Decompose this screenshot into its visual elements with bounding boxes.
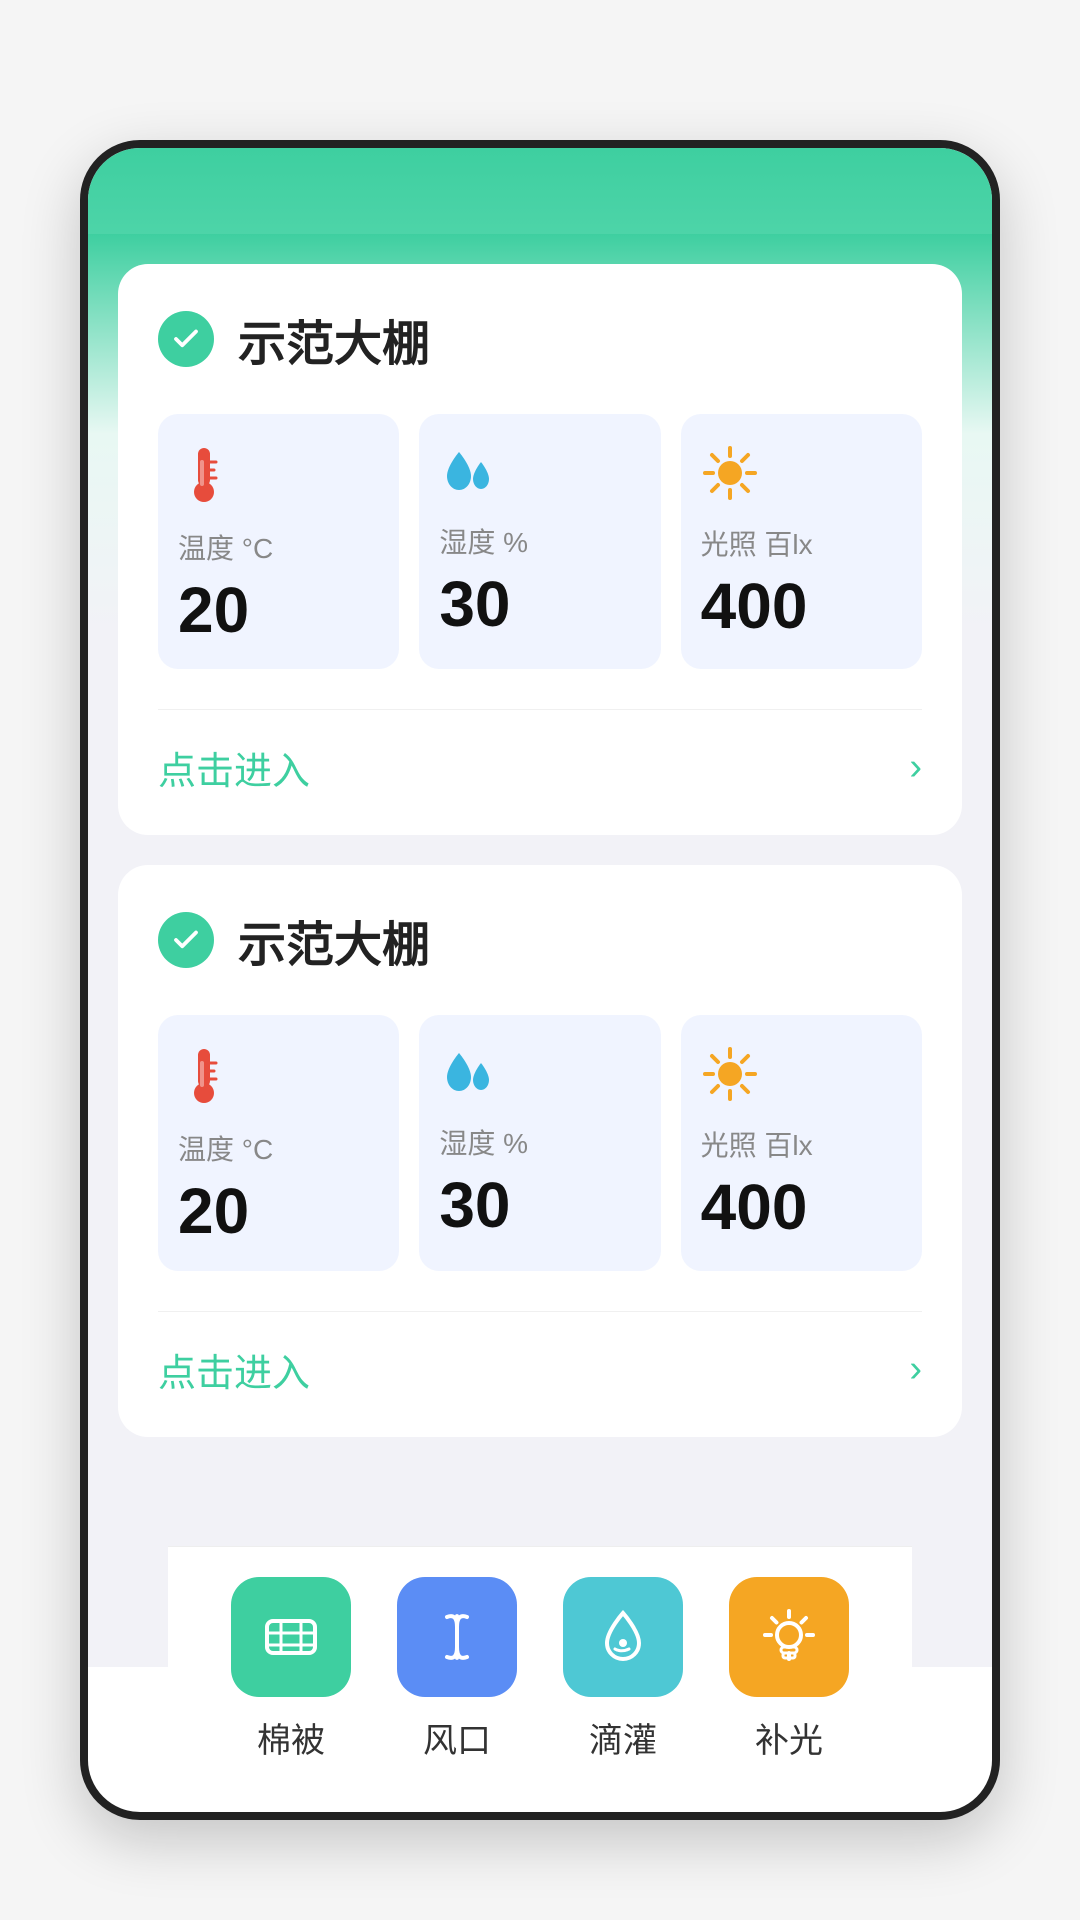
enter-link-2[interactable]: 点击进入 ›: [158, 1311, 922, 1397]
phone-content: 示范大棚 温度 °C20 湿度 %30 光照 百lx4: [88, 234, 992, 1812]
card-name-2: 示范大棚: [238, 905, 430, 975]
sensor-value-light-2: 400: [701, 1172, 808, 1242]
vent-label: 风口: [423, 1713, 491, 1762]
sensor-value-temperature-1: 20: [178, 575, 249, 645]
drip-icon: [563, 1577, 683, 1697]
sensor-item-humidity-2: 湿度 % 30: [419, 1015, 660, 1270]
sensor-label-light-1: 光照 百lx: [701, 523, 813, 563]
sensor-value-temperature-2: 20: [178, 1176, 249, 1246]
top-bar: [88, 148, 992, 234]
sensor-grid-1: 温度 °C 20 湿度 % 30 光照 百lx 400: [158, 414, 922, 669]
thermometer-icon-2: [178, 1045, 230, 1116]
content-area: 示范大棚 温度 °C20 湿度 %30 光照 百lx4: [88, 234, 992, 1667]
action-item-blanket[interactable]: 棉被: [231, 1577, 351, 1762]
sensor-label-humidity-1: 湿度 %: [439, 521, 528, 561]
card-name-1: 示范大棚: [238, 304, 430, 374]
sensor-value-light-1: 400: [701, 571, 808, 641]
card-header-2: 示范大棚: [158, 905, 922, 975]
check-circle-2[interactable]: [158, 912, 214, 968]
drip-label: 滴灌: [589, 1713, 657, 1762]
light-icon: [729, 1577, 849, 1697]
sensor-value-humidity-1: 30: [439, 569, 510, 639]
vent-icon: [397, 1577, 517, 1697]
check-circle-1[interactable]: [158, 311, 214, 367]
greenhouse-card-1[interactable]: 示范大棚 温度 °C20 湿度 %30 光照 百lx4: [118, 264, 962, 835]
sensor-item-light-1: 光照 百lx 400: [681, 414, 922, 669]
enter-arrow-icon-1: ›: [909, 746, 922, 789]
enter-arrow-icon-2: ›: [909, 1348, 922, 1391]
sensor-value-humidity-2: 30: [439, 1170, 510, 1240]
sun-icon-1: [701, 444, 759, 511]
page-title: [0, 0, 1080, 140]
action-item-light[interactable]: 补光: [729, 1577, 849, 1762]
sensor-item-temperature-1: 温度 °C 20: [158, 414, 399, 669]
phone-frame: 示范大棚 温度 °C20 湿度 %30 光照 百lx4: [80, 140, 1000, 1820]
sensor-item-temperature-2: 温度 °C 20: [158, 1015, 399, 1270]
light-label: 补光: [755, 1713, 823, 1762]
sensor-item-humidity-1: 湿度 % 30: [419, 414, 660, 669]
enter-text-2: 点击进入: [158, 1342, 310, 1397]
sensor-label-light-2: 光照 百lx: [701, 1124, 813, 1164]
drop-icon-2: [439, 1045, 503, 1110]
enter-link-1[interactable]: 点击进入 ›: [158, 709, 922, 795]
thermometer-icon-1: [178, 444, 230, 515]
card-header-1: 示范大棚: [158, 304, 922, 374]
blanket-icon: [231, 1577, 351, 1697]
sensor-label-temperature-2: 温度 °C: [178, 1128, 273, 1168]
drop-icon-1: [439, 444, 503, 509]
sensor-item-light-2: 光照 百lx 400: [681, 1015, 922, 1270]
action-item-drip[interactable]: 滴灌: [563, 1577, 683, 1762]
blanket-label: 棉被: [257, 1713, 325, 1762]
sensor-label-temperature-1: 温度 °C: [178, 527, 273, 567]
sensor-label-humidity-2: 湿度 %: [439, 1122, 528, 1162]
action-item-vent[interactable]: 风口: [397, 1577, 517, 1762]
sensor-grid-2: 温度 °C 20 湿度 % 30 光照 百lx 400: [158, 1015, 922, 1270]
greenhouse-card-2[interactable]: 示范大棚 温度 °C20 湿度 %30 光照 百lx4: [118, 865, 962, 1436]
enter-text-1: 点击进入: [158, 740, 310, 795]
bottom-bar: 棉被 风口 滴灌 补光: [168, 1546, 912, 1812]
sun-icon-2: [701, 1045, 759, 1112]
